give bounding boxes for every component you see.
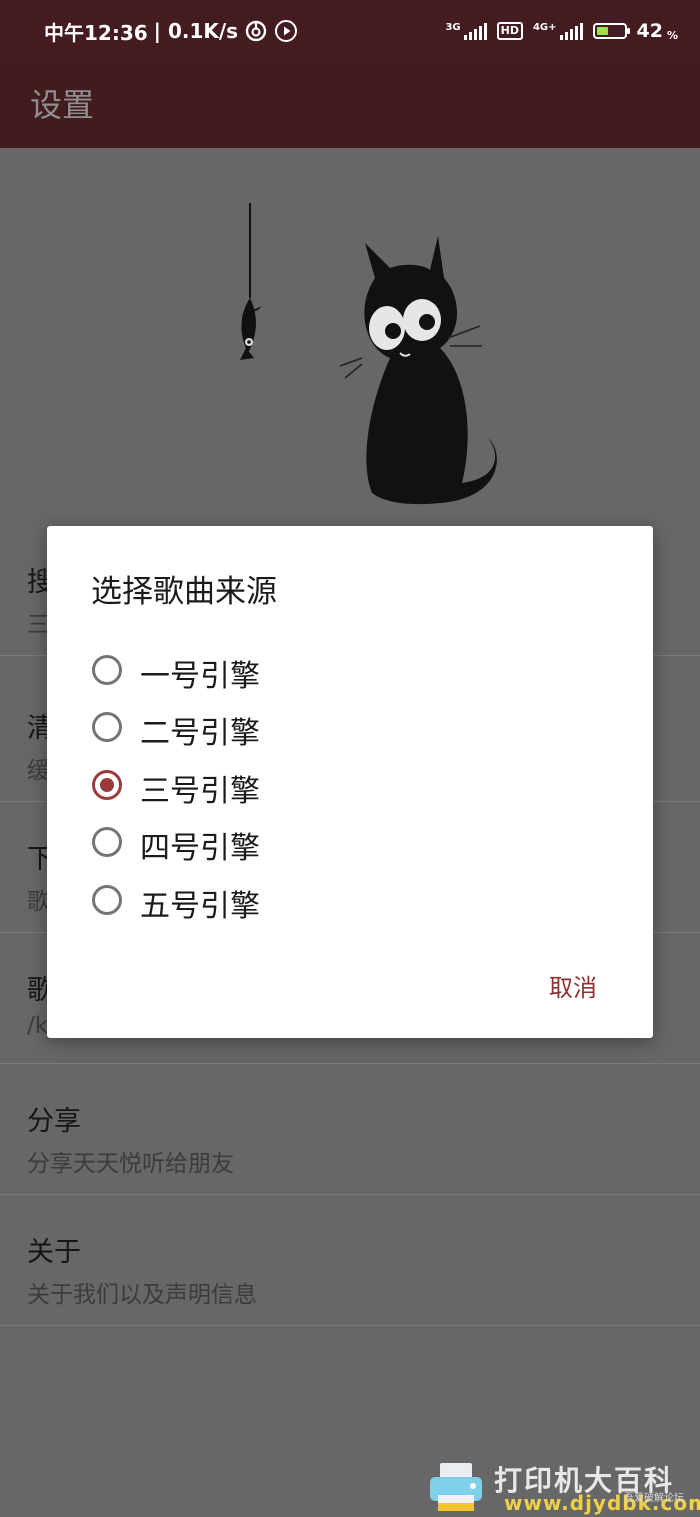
signal-3g-icon: 3G	[445, 22, 487, 40]
song-source-dialog: 选择歌曲来源 一号引擎 二号引擎 三号引擎 四号引擎 五号引擎 取消	[47, 526, 653, 1038]
battery-percent: 42	[636, 20, 663, 42]
status-left: 中午12:36 | 0.1K/s	[44, 0, 298, 62]
cancel-button[interactable]: 取消	[549, 968, 597, 1003]
signal-4g-icon: 4G+	[533, 22, 583, 40]
cat-fish-illustration	[240, 203, 497, 505]
play-icon	[275, 20, 298, 42]
status-right: 3G HD 4G+ 42 %	[445, 0, 678, 62]
battery-fill	[596, 27, 608, 35]
battery-icon	[592, 23, 630, 39]
network-type-label: 3G	[445, 22, 461, 33]
watermark-small-text: 吾爱破解论坛	[624, 1493, 684, 1504]
source-option-3[interactable]: 三号引擎	[91, 762, 491, 814]
status-time: 中午12:36	[44, 20, 148, 45]
option-label: 二号引擎	[140, 716, 260, 751]
setting-item-share[interactable]: 分享 分享天天悦听给朋友	[0, 1065, 700, 1195]
option-label: 三号引擎	[140, 774, 260, 809]
option-label: 五号引擎	[140, 889, 260, 924]
radio-button-selected[interactable]	[92, 770, 122, 800]
setting-title: 关于	[27, 1237, 81, 1268]
setting-subtitle: 分享天天悦听给朋友	[27, 1151, 234, 1177]
hd-voice-icon: HD	[496, 22, 523, 40]
dialog-title: 选择歌曲来源	[91, 574, 277, 610]
source-option-4[interactable]: 四号引擎	[91, 819, 491, 871]
radio-button[interactable]	[92, 885, 122, 915]
page-title: 设置	[30, 86, 95, 124]
setting-title: 分享	[27, 1106, 81, 1137]
netease-music-icon	[245, 20, 267, 42]
radio-button[interactable]	[92, 655, 122, 685]
source-option-5[interactable]: 五号引擎	[91, 877, 491, 929]
source-option-1[interactable]: 一号引擎	[91, 647, 491, 699]
network-type-label-2: 4G+	[532, 22, 557, 33]
radio-button[interactable]	[92, 712, 122, 742]
option-label: 四号引擎	[140, 831, 260, 866]
source-option-2[interactable]: 二号引擎	[91, 704, 491, 756]
status-network-speed: | 0.1K/s	[153, 19, 239, 43]
radio-button[interactable]	[92, 827, 122, 857]
setting-item-about[interactable]: 关于 关于我们以及声明信息	[0, 1196, 700, 1326]
setting-subtitle: 关于我们以及声明信息	[27, 1282, 257, 1308]
app-bar: 设置	[0, 62, 700, 148]
setting-subtitle: /k	[27, 1013, 49, 1039]
printer-logo-icon	[430, 1463, 482, 1511]
status-bar: 中午12:36 | 0.1K/s 3G HD 4G+ 42 %	[0, 0, 700, 62]
battery-percent-sign: %	[666, 29, 678, 42]
watermark: 打印机大百科 www.djydbk.com 吾爱破解论坛	[426, 1455, 700, 1517]
option-label: 一号引擎	[140, 659, 260, 694]
